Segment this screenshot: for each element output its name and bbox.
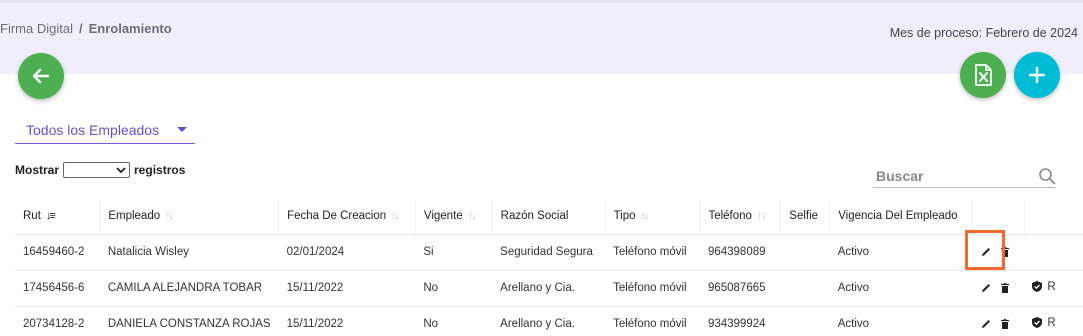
cell-vigente: No — [415, 270, 493, 307]
cell-rut: 20734128-2 — [15, 306, 100, 336]
cell-actions — [972, 270, 1025, 307]
show-records-control: Mostrar registros — [15, 162, 185, 178]
excel-file-icon — [975, 64, 992, 86]
pencil-icon — [981, 320, 990, 328]
cell-tipo: Teléfono móvil — [605, 270, 700, 307]
cell-fecha: 15/11/2022 — [278, 306, 416, 336]
sort-desc-icon: ↓≡ — [45, 210, 56, 223]
search-icon[interactable] — [1038, 167, 1056, 185]
cell-selfie — [780, 234, 830, 271]
sort-icon: ↑↓ — [756, 210, 766, 223]
cell-vigencia: Activo — [829, 306, 973, 336]
cell-vigente: No — [415, 306, 493, 336]
column-header-extra — [1024, 199, 1083, 235]
cell-fecha: 15/11/2022 — [278, 270, 416, 307]
cell-empleado: Natalicia Wisley — [99, 234, 279, 271]
cell-tipo: Teléfono móvil — [605, 306, 700, 336]
cell-rut: 16459460-2 — [15, 234, 100, 271]
cell-tipo: Teléfono móvil — [605, 234, 700, 271]
trash-icon — [1000, 319, 1009, 329]
cell-vigencia: Activo — [829, 234, 973, 271]
cell-razon-social: Seguridad Segura — [492, 234, 606, 271]
export-excel-button[interactable] — [960, 52, 1006, 98]
add-button[interactable] — [1014, 52, 1060, 98]
cell-razon-social: Arellano y Cia. — [492, 270, 606, 307]
arrow-left-icon — [32, 68, 50, 84]
cell-selfie — [780, 270, 830, 307]
process-month: Mes de proceso: Febrero de 2024 — [889, 26, 1078, 40]
column-header-vigencia[interactable]: Vigencia Del Empleado — [829, 199, 974, 235]
trash-icon — [1000, 283, 1009, 293]
records-per-page-select[interactable] — [63, 162, 131, 178]
cell-telefono: 965087665 — [699, 270, 781, 307]
delete-button[interactable] — [1000, 247, 1009, 257]
sort-icon: ↑↓ — [640, 210, 650, 223]
pencil-icon — [981, 284, 990, 292]
table-row[interactable]: 16459460-2 Natalicia Wisley 02/01/2024 S… — [15, 234, 1083, 271]
employee-filter-value: Todos los Empleados — [26, 121, 160, 138]
employees-table: Rut ↓≡ Empleado ↑↓ Fecha De Creacion ↑↓ Vig… — [15, 199, 1083, 336]
breadcrumb-root[interactable]: Firma Digital — [0, 21, 73, 36]
cell-telefono: 934399924 — [699, 306, 781, 336]
cell-vigente: Si — [415, 234, 493, 271]
show-records-prefix: Mostrar — [15, 163, 60, 177]
plus-icon — [1029, 67, 1045, 83]
cell-selfie — [780, 306, 830, 336]
shield-check-icon — [1032, 317, 1043, 329]
column-header-actions — [972, 199, 1025, 235]
top-border — [0, 0, 1083, 3]
pencil-icon — [981, 248, 990, 256]
sort-icon: ↑↓ — [165, 210, 174, 223]
edit-button[interactable] — [981, 319, 991, 329]
column-header-razon-social[interactable]: Razón Social — [492, 199, 606, 235]
chevron-down-icon — [116, 166, 126, 173]
cell-extra: R — [1024, 306, 1083, 336]
edit-button[interactable] — [981, 247, 991, 257]
breadcrumb: Firma Digital / Enrolamiento — [0, 21, 172, 36]
back-button[interactable] — [18, 53, 64, 99]
verify-button[interactable]: R — [1032, 316, 1056, 329]
cell-empleado: DANIELA CONSTANZA ROJAS — [99, 306, 279, 336]
sort-icon: ↑↓ — [467, 210, 477, 223]
breadcrumb-separator: / — [78, 21, 83, 36]
cell-actions — [972, 234, 1025, 271]
cell-razon-social: Arellano y Cia. — [492, 306, 606, 336]
breadcrumb-current: Enrolamiento — [88, 21, 172, 36]
row-extra-label: R — [1047, 316, 1056, 329]
cell-empleado: CAMILA ALEJANDRA TOBAR — [99, 270, 279, 307]
shield-check-icon — [1032, 281, 1043, 293]
cell-extra: R — [1024, 270, 1083, 307]
table-header-row: Rut ↓≡ Empleado ↑↓ Fecha De Creacion ↑↓ Vig… — [15, 199, 1083, 235]
cell-rut: 17456456-6 — [15, 270, 100, 307]
cell-fecha: 02/01/2024 — [278, 234, 416, 271]
column-header-rut[interactable]: Rut ↓≡ — [15, 199, 101, 235]
employee-filter-select[interactable]: Todos los Empleados — [15, 116, 195, 144]
search-box — [873, 164, 1056, 188]
column-header-telefono[interactable]: Teléfono ↑↓ — [699, 199, 782, 235]
column-header-tipo[interactable]: Tipo ↑↓ — [605, 199, 701, 235]
delete-button[interactable] — [1000, 319, 1009, 329]
column-header-selfie[interactable]: Selfie — [780, 199, 831, 235]
verify-button[interactable]: R — [1032, 280, 1056, 293]
delete-button[interactable] — [1000, 283, 1009, 293]
cell-actions — [972, 306, 1025, 336]
column-header-empleado[interactable]: Empleado ↑↓ — [99, 199, 280, 235]
cell-telefono: 964398089 — [699, 234, 781, 271]
show-records-suffix: registros — [134, 163, 186, 177]
column-header-fecha-creacion[interactable]: Fecha De Creacion ↑↓ — [278, 199, 416, 235]
cell-vigencia: Activo — [829, 270, 973, 307]
search-input[interactable] — [876, 167, 1026, 184]
chevron-down-icon — [177, 127, 187, 132]
table-row[interactable]: 17456456-6 CAMILA ALEJANDRA TOBAR 15/11/… — [15, 270, 1083, 307]
cell-extra — [1024, 234, 1083, 271]
column-header-vigente[interactable]: Vigente ↑↓ — [415, 199, 493, 235]
trash-icon — [1000, 247, 1009, 257]
edit-button[interactable] — [981, 283, 991, 293]
row-extra-label: R — [1047, 280, 1056, 293]
table-row[interactable]: 20734128-2 DANIELA CONSTANZA ROJAS 15/11… — [15, 306, 1083, 336]
sort-icon: ↑↓ — [391, 210, 400, 223]
